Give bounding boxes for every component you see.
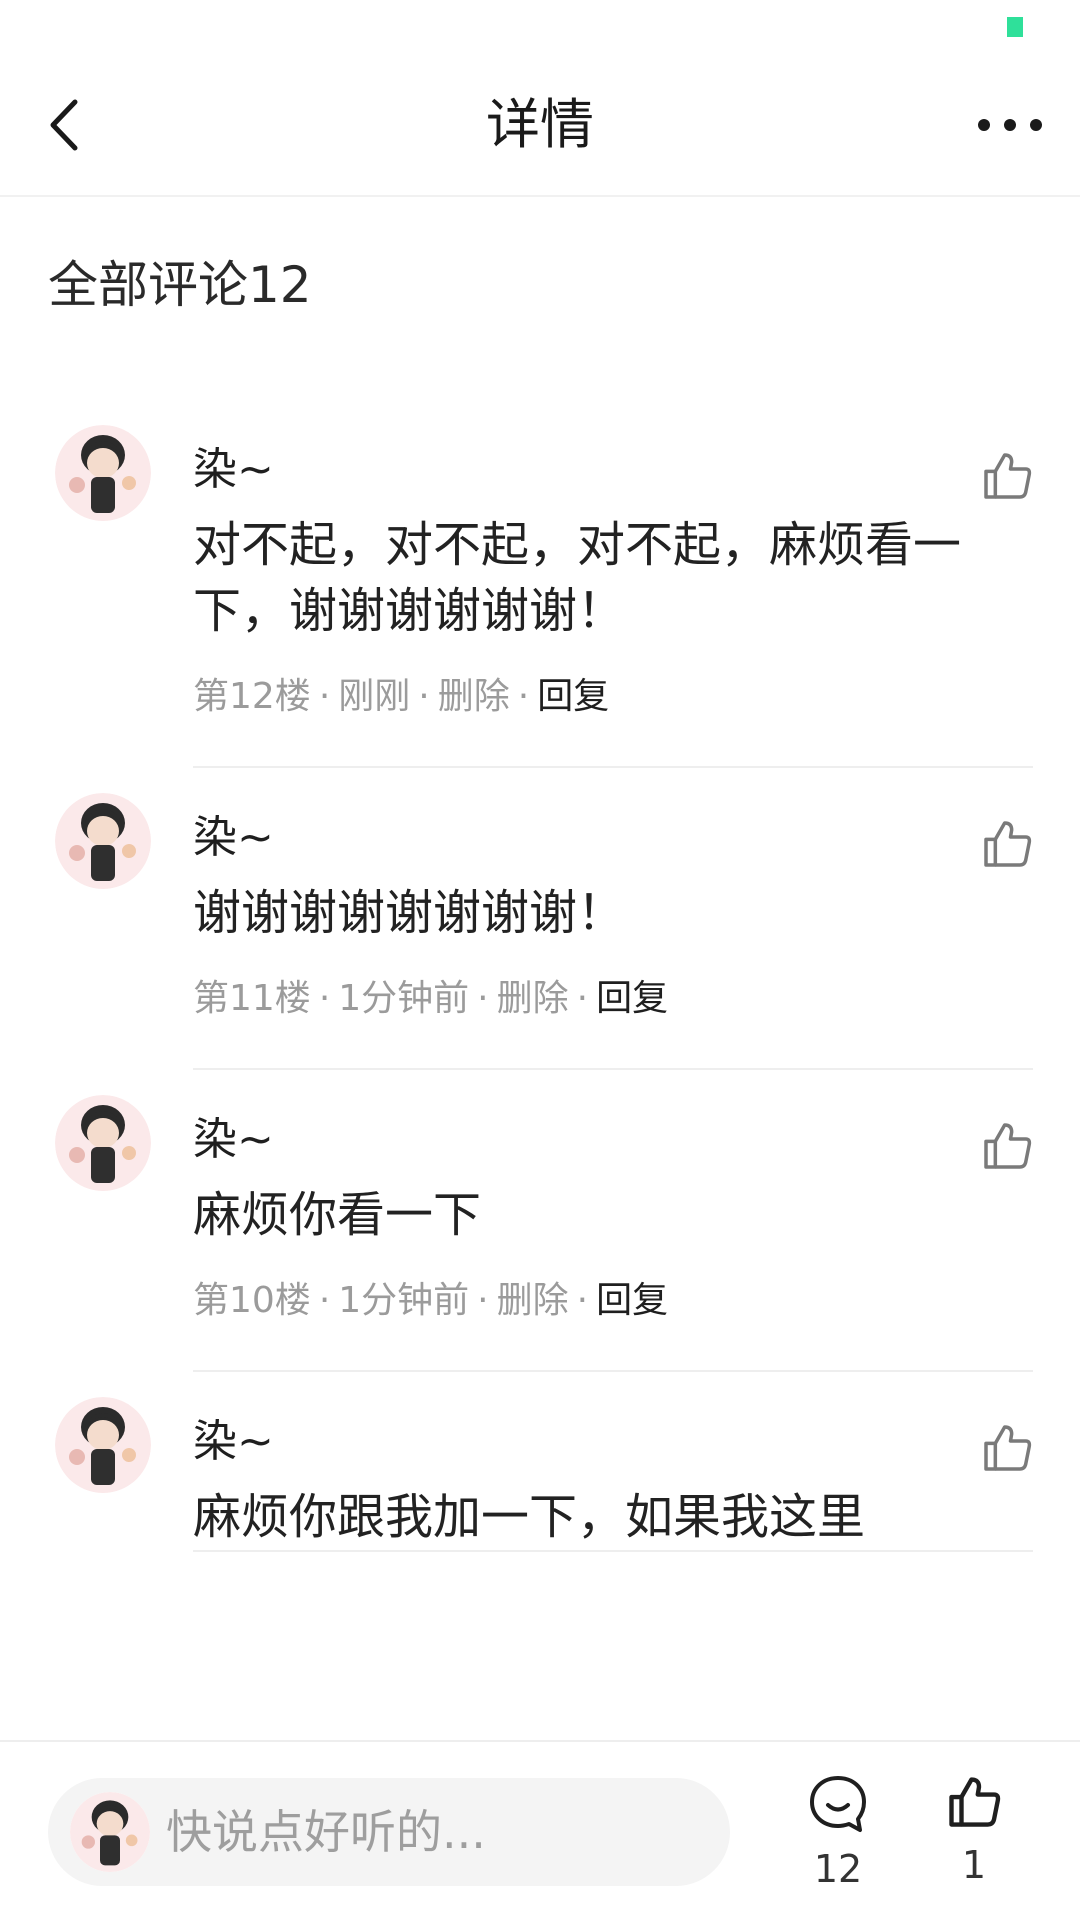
comment-username[interactable]: 染~ bbox=[193, 440, 1033, 500]
delete-button[interactable]: 删除 bbox=[497, 978, 569, 1019]
separator-dot: · bbox=[318, 1280, 331, 1321]
comment-time: 1分钟前 bbox=[338, 1280, 470, 1321]
more-dots-icon bbox=[978, 119, 1042, 131]
comment-like-button[interactable] bbox=[979, 1118, 1035, 1174]
comment-item: 染~ 麻烦你看一下 第10楼 · 1分钟前 · 删除 · 回复 bbox=[0, 1070, 1080, 1372]
thumbs-up-icon bbox=[984, 453, 1032, 499]
comment-meta: 第10楼 · 1分钟前 · 删除 · 回复 bbox=[193, 1276, 1033, 1370]
comment-input[interactable]: 快说点好听的... bbox=[48, 1778, 730, 1886]
comment-like-button[interactable] bbox=[979, 448, 1035, 504]
reply-button[interactable]: 回复 bbox=[596, 978, 668, 1019]
bottom-bar: 快说点好听的... 12 1 bbox=[0, 1740, 1080, 1922]
input-placeholder: 快说点好听的... bbox=[166, 1805, 486, 1859]
comment-body: 染~ 谢谢谢谢谢谢谢谢！ 第11楼 · 1分钟前 · 删除 · 回复 bbox=[193, 768, 1033, 1070]
comment-meta: 第12楼 · 刚刚 · 删除 · 回复 bbox=[193, 672, 1033, 766]
avatar-image bbox=[55, 425, 151, 521]
comment-floor: 第10楼 bbox=[193, 1280, 311, 1321]
avatar[interactable] bbox=[55, 425, 151, 521]
comment-like-button[interactable] bbox=[979, 1420, 1035, 1476]
comment-floor: 第11楼 bbox=[193, 978, 311, 1019]
chat-bubble-icon bbox=[810, 1776, 866, 1832]
avatar[interactable] bbox=[55, 793, 151, 889]
comment-meta: 第11楼 · 1分钟前 · 删除 · 回复 bbox=[193, 974, 1033, 1068]
comment-like-button[interactable] bbox=[979, 816, 1035, 872]
separator-dot: · bbox=[517, 676, 530, 717]
comment-item: 染~ 谢谢谢谢谢谢谢谢！ 第11楼 · 1分钟前 · 删除 · 回复 bbox=[0, 768, 1080, 1070]
comment-body: 染~ 对不起，对不起，对不起，麻烦看一下，谢谢谢谢谢谢！ 第12楼 · 刚刚 · 删除 ·… bbox=[193, 400, 1033, 768]
separator-dot: · bbox=[576, 1280, 589, 1321]
comment-text: 谢谢谢谢谢谢谢谢！ bbox=[193, 885, 626, 941]
thumbs-up-icon bbox=[984, 1123, 1032, 1169]
comment-time: 1分钟前 bbox=[338, 978, 470, 1019]
page-title: 详情 bbox=[486, 93, 594, 156]
reply-button[interactable]: 回复 bbox=[596, 1280, 668, 1321]
avatar[interactable] bbox=[55, 1397, 151, 1493]
comments-count-heading: 全部评论12 bbox=[48, 256, 312, 314]
avatar-image bbox=[70, 1792, 150, 1872]
separator-dot: · bbox=[318, 978, 331, 1019]
like-count-button[interactable]: 1 bbox=[924, 1772, 1024, 1888]
comment-item: 染~ 对不起，对不起，对不起，麻烦看一下，谢谢谢谢谢谢！ 第12楼 · 刚刚 · 删除 ·… bbox=[0, 400, 1080, 768]
avatar bbox=[70, 1792, 150, 1872]
avatar[interactable] bbox=[55, 1095, 151, 1191]
delete-button[interactable]: 删除 bbox=[497, 1280, 569, 1321]
comment-count: 12 bbox=[813, 1847, 863, 1891]
header: 详情 bbox=[0, 60, 1080, 197]
comment-body: 染~ 麻烦你看一下 第10楼 · 1分钟前 · 删除 · 回复 bbox=[193, 1070, 1033, 1372]
delete-button[interactable]: 删除 bbox=[438, 676, 510, 717]
comment-text: 对不起，对不起，对不起，麻烦看一下，谢谢谢谢谢谢！ bbox=[193, 517, 962, 639]
comment-body: 染~ 麻烦你跟我加一下，如果我这里 bbox=[193, 1372, 1033, 1552]
reply-button[interactable]: 回复 bbox=[537, 676, 609, 717]
avatar-image bbox=[55, 793, 151, 889]
comment-time: 刚刚 bbox=[338, 676, 411, 717]
comment-count-button[interactable]: 12 bbox=[788, 1772, 888, 1892]
comment-username[interactable]: 染~ bbox=[193, 1412, 1033, 1472]
status-indicator-icon bbox=[1007, 17, 1023, 37]
avatar-image bbox=[55, 1095, 151, 1191]
thumbs-up-icon bbox=[984, 821, 1032, 867]
separator-dot: · bbox=[318, 676, 331, 717]
comment-text: 麻烦你看一下 bbox=[193, 1187, 482, 1243]
status-bar bbox=[0, 0, 1080, 60]
comment-item: 染~ 麻烦你跟我加一下，如果我这里 bbox=[0, 1372, 1080, 1552]
comment-username[interactable]: 染~ bbox=[193, 1110, 1033, 1170]
comment-username[interactable]: 染~ bbox=[193, 808, 1033, 868]
like-count: 1 bbox=[961, 1843, 987, 1887]
avatar-image bbox=[55, 1397, 151, 1493]
comment-text: 麻烦你跟我加一下，如果我这里 bbox=[193, 1489, 866, 1545]
comment-floor: 第12楼 bbox=[193, 676, 311, 717]
separator-dot: · bbox=[418, 676, 430, 717]
comment-list: 染~ 对不起，对不起，对不起，麻烦看一下，谢谢谢谢谢谢！ 第12楼 · 刚刚 · 删除 ·… bbox=[0, 400, 1080, 1740]
more-button[interactable] bbox=[970, 95, 1050, 155]
separator-dot: · bbox=[477, 978, 489, 1019]
separator-dot: · bbox=[477, 1280, 489, 1321]
separator-dot: · bbox=[576, 978, 589, 1019]
thumbs-up-icon bbox=[949, 1777, 1001, 1827]
thumbs-up-icon bbox=[984, 1425, 1032, 1471]
